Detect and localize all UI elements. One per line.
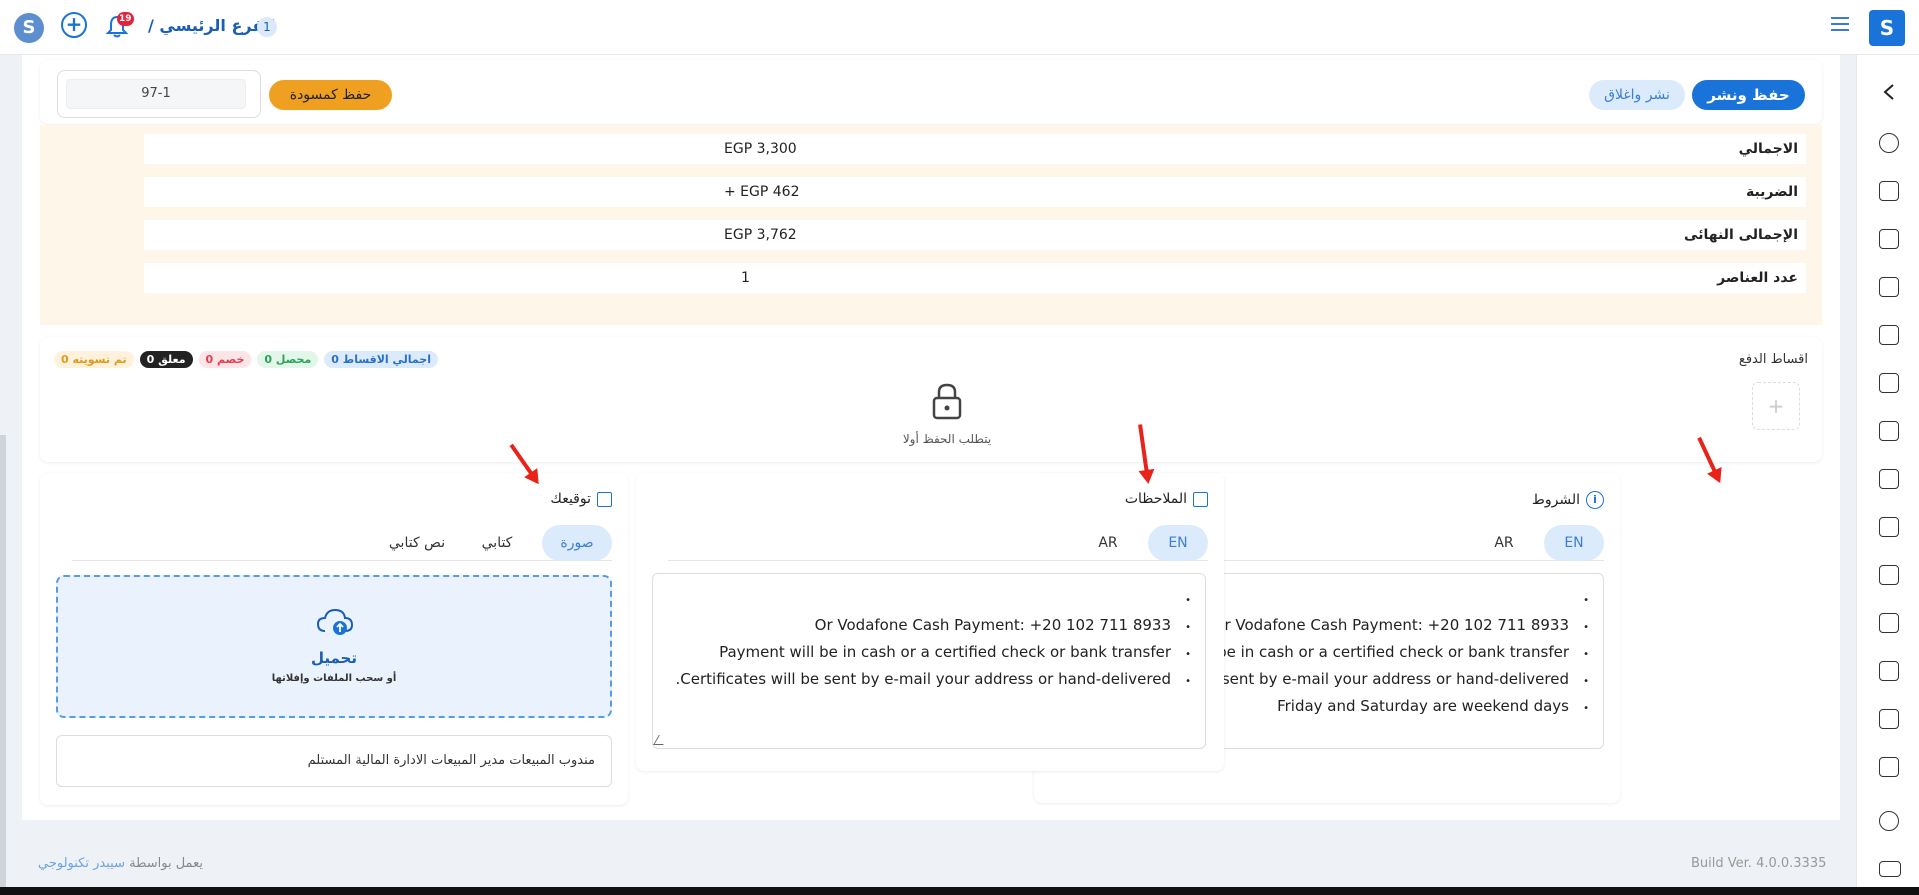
signers-text: مندوب المبيعات مدير المبيعات الادارة الم… <box>307 753 595 768</box>
tab-en[interactable]: EN <box>1544 525 1604 561</box>
notes-panel: الملاحظات EN AR Or Vodafone Cash Payment… <box>636 473 1224 771</box>
top-bar: S + 19 الفرع الرئيسي / 1 S <box>0 0 1919 55</box>
window-icon[interactable] <box>1879 861 1901 877</box>
tab-en[interactable]: EN <box>1148 525 1208 561</box>
reports-icon[interactable] <box>1879 565 1899 585</box>
cloud-upload-icon <box>316 608 354 635</box>
notes-line: Certificates will be sent by e-mail your… <box>676 667 1191 694</box>
discount-badge: خصم 0 <box>198 351 252 368</box>
lock-caption: يتطلب الحفظ أولا <box>902 432 992 446</box>
sidebar <box>1856 55 1919 895</box>
upload-dropzone[interactable]: تحميل أو سحب الملفات وإفلاتها <box>56 575 612 718</box>
footer-credit: يعمل بواسطة سيبدر تكنولوجي <box>38 856 203 871</box>
main-content: حفظ ونشر نشر واغلاق حفظ كمسودة 97-1 الاج… <box>22 55 1840 820</box>
debit-notes-icon[interactable] <box>1879 469 1899 489</box>
grand-total-row: الإجمالى النهائى EGP 3,762 <box>144 220 1806 250</box>
installments-title: اقساط الدفع <box>1738 352 1808 367</box>
analytics-icon[interactable] <box>1879 757 1899 777</box>
info-icon[interactable]: i <box>1586 491 1604 509</box>
pending-badge: معلق 0 <box>139 351 193 368</box>
items-count-value: 1 <box>741 270 750 286</box>
signature-tabs: صورة كتابي نص كتابي <box>72 525 612 561</box>
payments-icon[interactable] <box>1879 661 1899 681</box>
tax-value: + EGP 462 <box>724 184 800 200</box>
quotes-icon[interactable] <box>1879 325 1899 345</box>
menu-icon[interactable] <box>1831 17 1849 31</box>
dashboard-icon[interactable] <box>1879 133 1899 153</box>
tab-image[interactable]: صورة <box>542 525 612 561</box>
settled-badge: تم تسويته 0 <box>54 351 134 368</box>
items-count-label: عدد العناصر <box>1717 270 1798 286</box>
screen-icon[interactable] <box>1879 517 1899 537</box>
save-draft-button[interactable]: حفظ كمسودة <box>269 80 392 110</box>
store-icon[interactable] <box>1879 229 1899 249</box>
edit-icon[interactable] <box>597 491 612 507</box>
app-logo-icon[interactable]: S <box>14 13 44 43</box>
grand-total-value: EGP 3,762 <box>724 227 797 243</box>
total-row: الاجمالي EGP 3,300 <box>144 134 1806 164</box>
upload-subtitle: أو سحب الملفات وإفلاتها <box>271 673 397 684</box>
notes-line: Or Vodafone Cash Payment: +20 102 711 89… <box>676 613 1191 640</box>
collected-badge: محصل 0 <box>257 351 319 368</box>
signature-panel: توقيعك صورة كتابي نص كتابي تحميل أو سحب … <box>40 473 628 805</box>
notes-title: الملاحظات <box>1124 491 1187 507</box>
save-publish-button[interactable]: حفظ ونشر <box>1692 80 1805 110</box>
signers-text-box[interactable]: مندوب المبيعات مدير المبيعات الادارة الم… <box>56 735 612 787</box>
lock-icon <box>932 383 962 420</box>
tab-written[interactable]: كتابي <box>462 525 532 561</box>
action-bar: حفظ ونشر نشر واغلاق حفظ كمسودة 97-1 <box>40 60 1822 124</box>
invoice-icon[interactable] <box>1879 277 1899 297</box>
add-installment-button[interactable]: + <box>1752 382 1800 430</box>
installments-badges: تم تسويته 0 معلق 0 خصم 0 محصل 0 اجمالي ا… <box>54 351 438 368</box>
installments-section: اقساط الدفع تم تسويته 0 معلق 0 خصم 0 محص… <box>40 337 1822 462</box>
grand-total-label: الإجمالى النهائى <box>1684 227 1798 243</box>
collapse-chevron-icon[interactable] <box>1882 83 1896 101</box>
total-value: EGP 3,300 <box>724 141 797 157</box>
taskbar-strip <box>0 887 1919 895</box>
edit-icon[interactable] <box>1193 491 1208 507</box>
terms-header: i الشروط <box>1532 491 1604 509</box>
total-label: الاجمالي <box>1738 141 1798 157</box>
documents-icon[interactable] <box>1879 373 1899 393</box>
customer-file-icon[interactable] <box>1879 709 1899 729</box>
publish-close-button[interactable]: نشر واغلاق <box>1589 80 1685 110</box>
credit-notes-icon[interactable] <box>1879 421 1899 441</box>
terms-title: الشروط <box>1531 492 1580 508</box>
build-version: Build Ver. 4.0.0.3335 <box>1691 856 1827 871</box>
tab-text[interactable]: نص كتابي <box>372 525 462 561</box>
add-button[interactable]: + <box>61 12 87 38</box>
upload-title: تحميل <box>310 649 357 667</box>
tax-row: الضريبة + EGP 462 <box>144 177 1806 207</box>
tab-ar[interactable]: AR <box>1474 525 1534 561</box>
notification-count-badge: 19 <box>117 12 134 26</box>
notes-line: Payment will be in cash or a certified c… <box>676 640 1191 667</box>
notes-textarea[interactable]: Or Vodafone Cash Payment: +20 102 711 89… <box>652 573 1206 749</box>
notes-header: الملاحظات <box>1125 491 1208 507</box>
settings-gear-icon[interactable] <box>1879 811 1899 831</box>
powered-by-label: يعمل بواسطة <box>129 856 203 871</box>
scrollbar[interactable] <box>0 435 6 895</box>
items-count-row: عدد العناصر 1 <box>144 263 1806 293</box>
branch-number-badge: 1 <box>257 17 277 37</box>
tab-ar[interactable]: AR <box>1078 525 1138 561</box>
signature-title: توقيعك <box>550 491 591 507</box>
notes-line <box>676 586 1191 613</box>
total-installments-badge: اجمالي الاقساط 0 <box>324 351 438 368</box>
signature-header: توقيعك <box>550 491 612 507</box>
pos-icon[interactable] <box>1879 181 1899 201</box>
notes-lang-tabs: EN AR <box>668 525 1208 561</box>
document-number-field[interactable]: 97-1 <box>66 79 246 109</box>
tax-label: الضريبة <box>1745 184 1798 200</box>
totals-section: الاجمالي EGP 3,300 الضريبة + EGP 462 الإ… <box>40 125 1822 325</box>
add-document-icon[interactable] <box>1879 613 1899 633</box>
resize-grip-icon[interactable] <box>653 735 669 745</box>
document-number-box: 97-1 <box>57 70 261 118</box>
brand-logo-icon[interactable]: S <box>1869 10 1905 46</box>
notes-lines: Or Vodafone Cash Payment: +20 102 711 89… <box>676 586 1191 694</box>
brand-link[interactable]: سيبدر تكنولوجي <box>38 856 125 871</box>
